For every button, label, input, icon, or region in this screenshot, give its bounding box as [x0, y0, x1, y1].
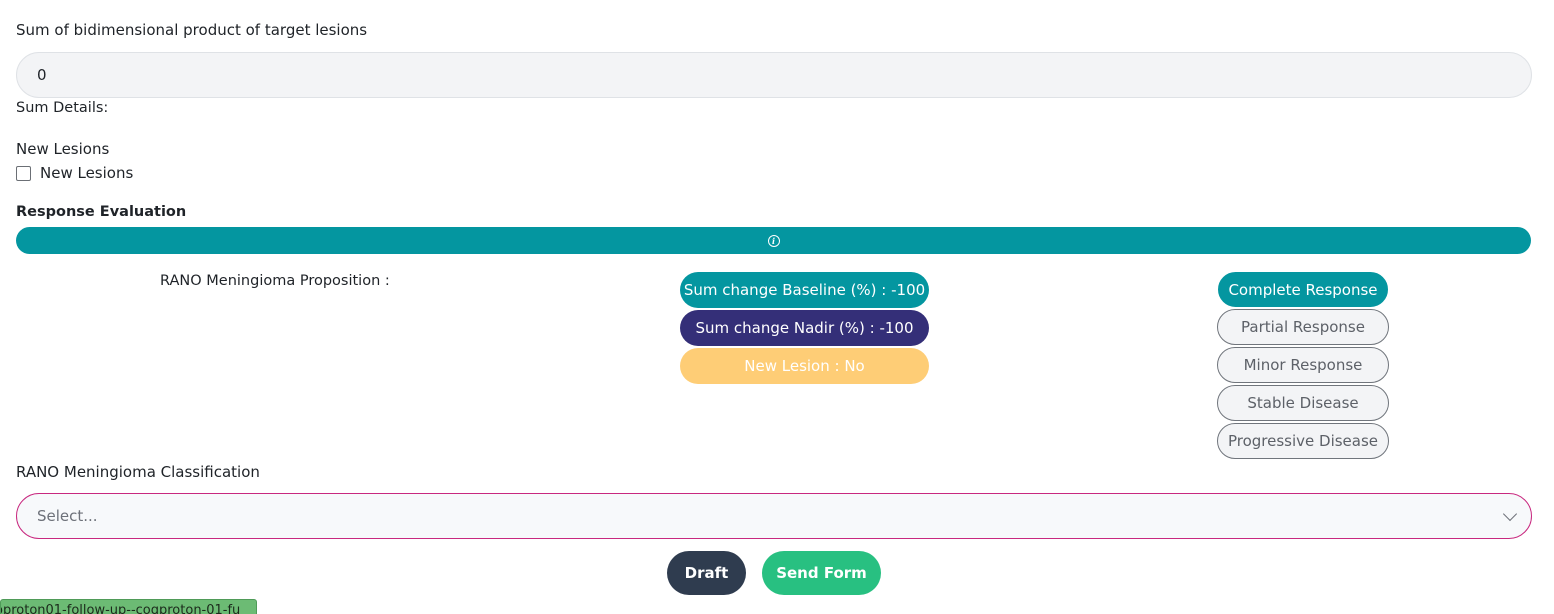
- rano-proposition-label: RANO Meningioma Proposition :: [160, 273, 390, 289]
- new-lesions-title: New Lesions: [16, 140, 110, 158]
- sum-change-nadir-badge: Sum change Nadir (%) : -100: [680, 310, 929, 346]
- response-evaluation-title: Response Evaluation: [16, 204, 187, 220]
- sum-details-label: Sum Details:: [16, 100, 109, 116]
- new-lesion-badge: New Lesion : No: [680, 348, 929, 384]
- partial-response-button[interactable]: Partial Response: [1217, 309, 1389, 345]
- new-lesions-checkbox-row[interactable]: New Lesions: [16, 164, 133, 182]
- sum-input[interactable]: 0: [16, 52, 1532, 98]
- draft-button[interactable]: Draft: [667, 551, 746, 595]
- sum-field-label: Sum of bidimensional product of target l…: [16, 21, 368, 39]
- response-info-bar[interactable]: i: [16, 227, 1531, 254]
- minor-response-button[interactable]: Minor Response: [1217, 347, 1389, 383]
- progressive-disease-button[interactable]: Progressive Disease: [1217, 423, 1389, 459]
- rano-classification-select[interactable]: Select...: [16, 493, 1532, 539]
- status-url-tooltip: oproton01-follow-up--coqproton-01-fu: [0, 599, 257, 614]
- info-icon[interactable]: i: [767, 234, 780, 247]
- select-placeholder: Select...: [37, 507, 98, 525]
- send-form-button[interactable]: Send Form: [762, 551, 881, 595]
- chevron-down-icon[interactable]: [1502, 506, 1518, 521]
- complete-response-button[interactable]: Complete Response: [1218, 272, 1388, 307]
- new-lesions-checkbox[interactable]: [16, 165, 31, 181]
- sum-change-baseline-badge: Sum change Baseline (%) : -100: [680, 272, 929, 308]
- rano-classification-label: RANO Meningioma Classification: [16, 463, 260, 481]
- new-lesions-checkbox-label[interactable]: New Lesions: [40, 164, 133, 182]
- stable-disease-button[interactable]: Stable Disease: [1217, 385, 1389, 421]
